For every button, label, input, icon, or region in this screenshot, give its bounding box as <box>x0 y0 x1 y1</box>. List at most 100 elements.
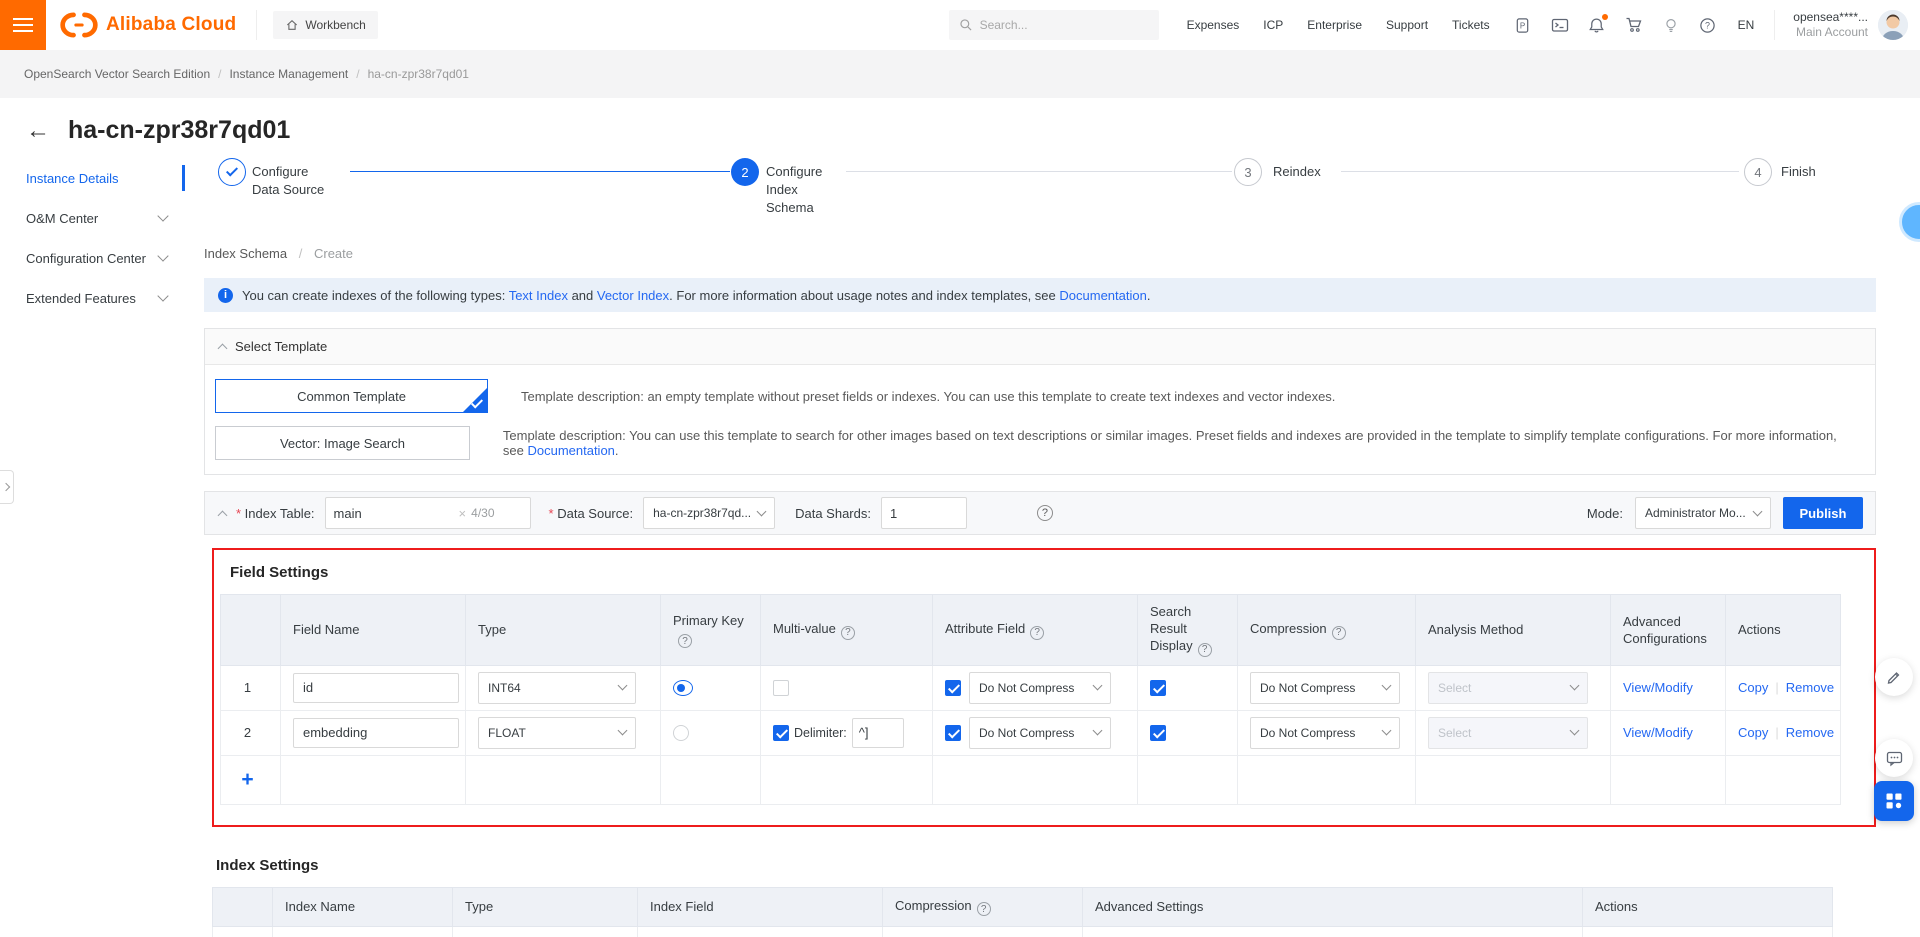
sidebar-item-instance-details[interactable]: Instance Details <box>0 158 185 198</box>
type-select[interactable]: INT64 <box>478 671 636 704</box>
help-icon[interactable] <box>1331 625 1346 640</box>
search-result-display-checkbox[interactable] <box>1150 724 1166 741</box>
index-table-input[interactable] <box>333 505 454 521</box>
data-shards-input[interactable] <box>889 505 956 521</box>
attribute-compression-select[interactable]: Do Not Compress <box>969 716 1111 749</box>
documentation-link[interactable]: Documentation <box>527 443 614 458</box>
hamburger-menu-icon[interactable] <box>0 0 46 50</box>
documentation-link[interactable]: Documentation <box>1059 288 1146 303</box>
template-option-common[interactable]: Common Template <box>215 379 488 413</box>
primary-key-radio[interactable] <box>673 679 693 696</box>
data-shards-label: Data Shards: <box>795 505 871 521</box>
attribute-field-checkbox[interactable] <box>945 679 961 696</box>
data-source-select[interactable]: ha-cn-zpr38r7qd... <box>643 497 776 529</box>
expand-panel-tab[interactable] <box>0 470 14 504</box>
col-search-result-display: Search Result Display <box>1137 594 1238 666</box>
back-arrow-icon[interactable]: ← <box>26 118 50 143</box>
account-type: Main Account <box>1795 25 1868 39</box>
analysis-method-select[interactable]: Select <box>1428 671 1588 704</box>
remove-link[interactable]: Remove <box>1786 725 1834 740</box>
sidebar-item-extended-features[interactable]: Extended Features <box>0 278 185 318</box>
main-panel: Configure Data Source 2 Configure Index … <box>204 150 1876 937</box>
feedback-pencil-button[interactable] <box>1875 658 1913 696</box>
sidebar-item-om-center[interactable]: O&M Center <box>0 198 185 238</box>
select-template-header[interactable]: Select Template <box>205 329 1875 365</box>
top-icons: P ? EN <box>1514 14 1755 34</box>
chevron-down-icon <box>1092 680 1103 691</box>
search-input[interactable] <box>979 18 1140 32</box>
field-settings-title: Field Settings <box>230 564 329 581</box>
index-settings-title: Index Settings <box>216 856 319 874</box>
account-info[interactable]: opensea****... Main Account <box>1774 10 1868 40</box>
copy-link[interactable]: Copy <box>1738 725 1768 740</box>
clear-icon[interactable]: × <box>459 506 467 521</box>
sidebar-item-label: Instance Details <box>26 170 119 186</box>
terminal-icon[interactable] <box>1551 16 1569 34</box>
vector-index-link[interactable]: Vector Index <box>597 288 669 303</box>
col-advanced-settings: Advanced Settings <box>1082 886 1583 927</box>
help-icon[interactable] <box>1030 625 1045 640</box>
notification-dot <box>1601 14 1608 20</box>
compression-select[interactable]: Do Not Compress <box>1250 671 1400 704</box>
mode-label: Mode: <box>1586 505 1623 521</box>
multi-value-checkbox[interactable] <box>773 679 789 696</box>
help-icon[interactable] <box>976 902 991 916</box>
breadcrumb-separator: / <box>356 67 360 81</box>
lightbulb-icon[interactable] <box>1662 16 1680 34</box>
help-icon[interactable] <box>840 625 855 640</box>
nav-tickets[interactable]: Tickets <box>1452 18 1490 32</box>
nav-expenses[interactable]: Expenses <box>1187 18 1240 32</box>
nav-support[interactable]: Support <box>1386 18 1428 32</box>
remove-link[interactable]: Remove <box>1786 680 1834 695</box>
template-option-vector-image-search[interactable]: Vector: Image Search <box>215 426 470 460</box>
analysis-method-value: Select <box>1438 725 1472 740</box>
primary-key-radio[interactable] <box>673 724 689 741</box>
delimiter-input[interactable] <box>851 717 904 748</box>
help-icon[interactable]: ? <box>1699 16 1717 34</box>
language-switch[interactable]: EN <box>1738 18 1755 32</box>
attribute-compression-select[interactable]: Do Not Compress <box>969 671 1111 704</box>
collapse-icon[interactable] <box>217 510 228 520</box>
step4-circle: 4 <box>1744 158 1772 186</box>
type-select[interactable]: FLOAT <box>478 716 636 749</box>
chevron-down-icon <box>157 210 169 222</box>
copy-link[interactable]: Copy <box>1738 680 1768 695</box>
multi-value-checkbox[interactable] <box>773 724 789 741</box>
avatar[interactable] <box>1878 10 1908 40</box>
search-result-display-checkbox[interactable] <box>1150 679 1166 696</box>
mobile-app-icon[interactable]: P <box>1514 16 1532 34</box>
nav-enterprise[interactable]: Enterprise <box>1307 18 1362 32</box>
breadcrumb-item-product[interactable]: OpenSearch Vector Search Edition <box>24 67 210 81</box>
breadcrumb-item-instances[interactable]: Instance Management <box>229 67 348 81</box>
workbench-button[interactable]: Workbench <box>273 11 378 39</box>
help-icon[interactable] <box>1036 505 1053 521</box>
analysis-method-select[interactable]: Select <box>1428 716 1588 749</box>
view-modify-link[interactable]: View/Modify <box>1623 725 1693 740</box>
add-field-button[interactable]: + <box>241 769 253 790</box>
cart-icon[interactable] <box>1625 16 1643 34</box>
help-icon[interactable] <box>678 634 692 648</box>
help-icon[interactable] <box>1197 642 1212 657</box>
alibaba-cloud-logo[interactable]: Alibaba Cloud <box>60 10 258 40</box>
publish-button[interactable]: Publish <box>1783 497 1863 529</box>
nav-icp[interactable]: ICP <box>1263 18 1283 32</box>
step-connector <box>846 171 1232 172</box>
col-multi-value: Multi-value <box>760 594 933 666</box>
mode-select[interactable]: Administrator Mo... <box>1635 497 1771 529</box>
global-search[interactable] <box>948 10 1159 40</box>
apps-grid-icon <box>1886 793 1902 809</box>
action-separator: | <box>1775 680 1779 695</box>
subcrumb-index-schema[interactable]: Index Schema <box>204 246 287 261</box>
console-apps-button[interactable] <box>1874 781 1914 821</box>
field-name-input[interactable] <box>293 672 459 703</box>
steps-wizard: Configure Data Source 2 Configure Index … <box>204 158 1876 246</box>
sidebar-item-configuration-center[interactable]: Configuration Center <box>0 238 185 278</box>
compression-select[interactable]: Do Not Compress <box>1250 716 1400 749</box>
view-modify-link[interactable]: View/Modify <box>1623 680 1693 695</box>
search-icon <box>959 19 972 31</box>
text-index-link[interactable]: Text Index <box>509 288 568 303</box>
support-chat-button[interactable] <box>1875 739 1913 777</box>
attribute-field-checkbox[interactable] <box>945 724 961 741</box>
field-name-input[interactable] <box>293 717 459 748</box>
notifications-bell-icon[interactable] <box>1588 14 1608 34</box>
